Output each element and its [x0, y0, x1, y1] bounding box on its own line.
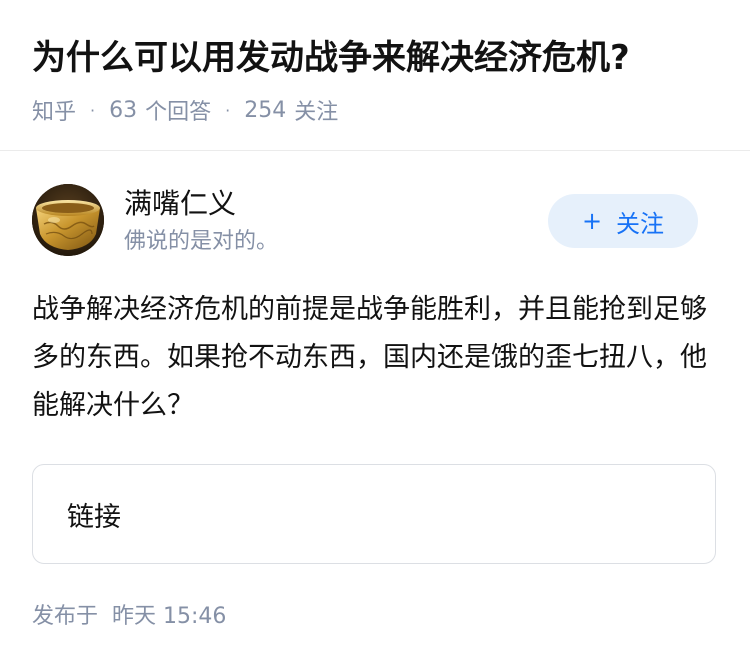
meta-separator: · [90, 100, 96, 120]
follow-button[interactable]: + 关注 [548, 194, 698, 248]
link-card-label: 链接 [67, 501, 121, 533]
header-divider [0, 150, 750, 151]
follower-count: 254 [244, 97, 287, 123]
follower-count-label: 关注 [294, 100, 339, 125]
golden-bowl-avatar-icon [32, 184, 104, 256]
publish-meta: 发布于 昨天 15:46 [32, 600, 226, 634]
plus-icon: + [581, 207, 603, 235]
author-avatar[interactable] [32, 184, 104, 256]
answer-content: 战争解决经济危机的前提是战争能胜利，并且能抢到足够多的东西。如果抢不动东西，国内… [32, 294, 707, 421]
question-title[interactable]: 为什么可以用发动战争来解决经济危机? [32, 32, 722, 84]
question-meta: 知乎 · 63 个回答 · 254 关注 [32, 92, 338, 128]
answer-count-label[interactable]: 个回答 [145, 94, 211, 126]
link-card[interactable]: 链接 [32, 464, 716, 564]
published-prefix: 发布于 [32, 604, 99, 629]
author-bio: 佛说的是对的。 [124, 229, 279, 254]
published-time: 昨天 15:46 [112, 604, 227, 629]
meta-separator: · [225, 100, 231, 120]
source-label[interactable]: 知乎 [32, 94, 76, 126]
follow-button-label: 关注 [616, 209, 665, 238]
author-name[interactable]: 满嘴仁义 [124, 186, 236, 222]
answer-count: 63 [109, 97, 138, 123]
